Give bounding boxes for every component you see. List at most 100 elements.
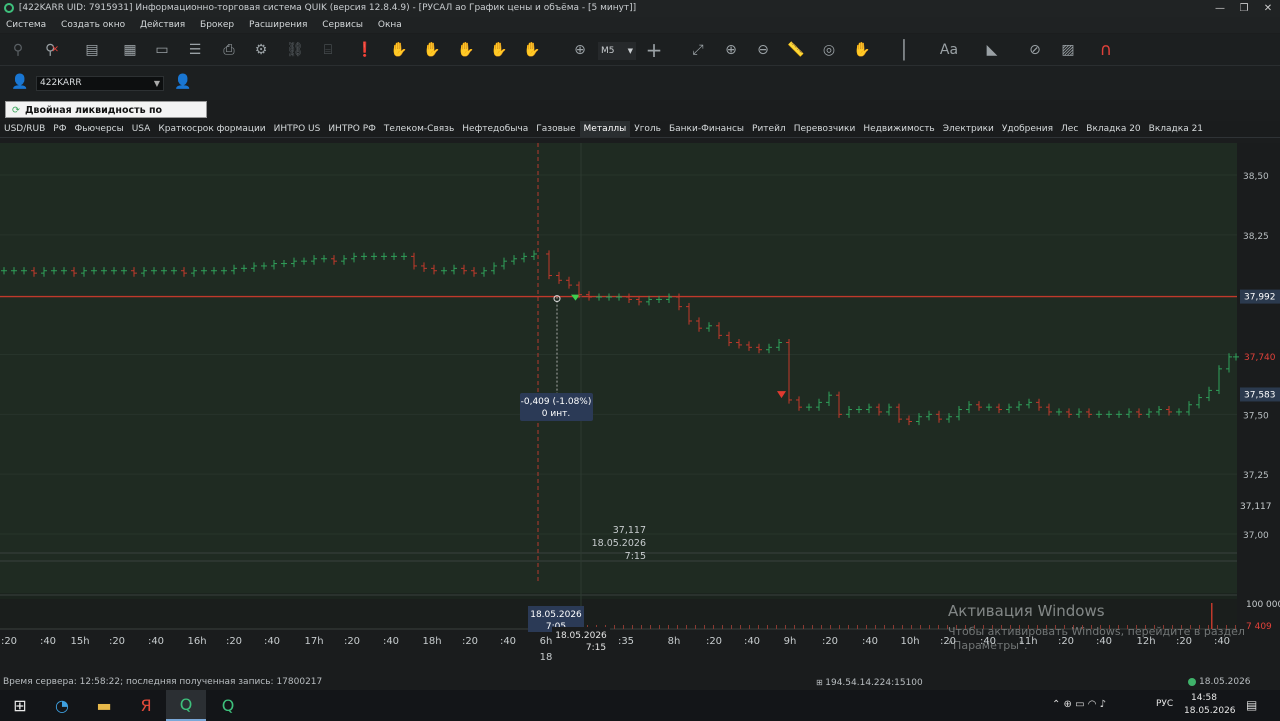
- volume-bar: [758, 625, 759, 629]
- tab-11[interactable]: Металлы: [579, 121, 631, 138]
- target-icon[interactable]: ◎: [817, 38, 841, 62]
- hand-icon-2[interactable]: ✋: [420, 38, 444, 62]
- tab-3[interactable]: Фьючерсы: [70, 121, 127, 138]
- menu-windows[interactable]: Окна: [372, 17, 408, 33]
- orders-table-icon[interactable]: ☰: [183, 38, 207, 62]
- yandex-icon[interactable]: Я: [126, 690, 166, 721]
- tab-14[interactable]: Ритейл: [748, 121, 790, 138]
- time-day-label: 18: [540, 652, 553, 663]
- price-chart[interactable]: 38,5038,2537,7537,5037,2537,0037,99237,7…: [0, 143, 1280, 675]
- fill-icon[interactable]: ◣: [980, 38, 1004, 62]
- tab-18[interactable]: Удобрения: [998, 121, 1057, 138]
- tab-13[interactable]: Банки-Финансы: [665, 121, 748, 138]
- pan-hand-icon[interactable]: ✋: [850, 38, 874, 62]
- tab-19[interactable]: Лес: [1057, 121, 1082, 138]
- volume-bar: [776, 625, 777, 629]
- tab-17[interactable]: Электрики: [939, 121, 998, 138]
- alert-icon[interactable]: ❗: [353, 38, 377, 62]
- language-indicator[interactable]: РУС: [1156, 699, 1173, 709]
- menu-system[interactable]: Система: [0, 17, 52, 33]
- table-icon[interactable]: ▭: [150, 38, 174, 62]
- interval-value: M5: [601, 46, 615, 56]
- connect-icon[interactable]: ⚲: [6, 38, 30, 62]
- price-axis: [1237, 143, 1280, 675]
- print-icon[interactable]: ⎙: [217, 38, 241, 62]
- instrument-tabs: USD/RUB РФ Фьючерсы USA Краткосрок формации И…: [0, 121, 1280, 138]
- measure-change: -0,409 (-1.08%): [521, 397, 592, 407]
- tab-12[interactable]: Уголь: [630, 121, 665, 138]
- chart-canvas[interactable]: 38,5038,2537,7537,5037,2537,0037,99237,7…: [0, 143, 1280, 675]
- axis-marker-time: 7:15: [586, 643, 606, 653]
- tab-2[interactable]: РФ: [49, 121, 70, 138]
- account-select[interactable]: 422KARR ▼: [36, 76, 164, 91]
- volume-bar: [902, 625, 903, 629]
- settings-table-icon[interactable]: ⚙: [249, 38, 273, 62]
- tab-7[interactable]: ИНТРО РФ: [324, 121, 380, 138]
- hand-stop-icon[interactable]: ✋: [387, 38, 411, 62]
- news-banner[interactable]: ⟳Двойная ликвидность по БПИФ...: [5, 101, 207, 133]
- quik-taskbar-icon-2[interactable]: Q: [208, 690, 248, 721]
- tab-1[interactable]: USD/RUB: [0, 121, 49, 138]
- taskbar-clock[interactable]: 14:58 18.05.2026: [1184, 692, 1236, 718]
- line-tool-icon[interactable]: │: [892, 38, 916, 62]
- tab-5[interactable]: Краткосрок формации: [154, 121, 269, 138]
- start-icon[interactable]: ⊞: [0, 690, 40, 721]
- time-tick-label: 6h: [540, 636, 553, 647]
- close-button[interactable]: ✕: [1256, 0, 1280, 17]
- hide-icon[interactable]: ⊘: [1023, 38, 1047, 62]
- tab-20[interactable]: Вкладка 20: [1082, 121, 1144, 138]
- hand-icon-3[interactable]: ✋: [454, 38, 478, 62]
- tab-15[interactable]: Перевозчики: [790, 121, 860, 138]
- hand-icon-5[interactable]: ✋: [520, 38, 544, 62]
- user-settings-icon[interactable]: 👤: [171, 70, 195, 94]
- filter-icon[interactable]: ⌸: [316, 38, 340, 62]
- price-label-last: 37,740: [1244, 353, 1276, 363]
- tab-10[interactable]: Газовые: [532, 121, 579, 138]
- magnet-icon[interactable]: ∩: [1094, 38, 1118, 62]
- hand-icon-4[interactable]: ✋: [487, 38, 511, 62]
- tab-16[interactable]: Недвижимость: [859, 121, 938, 138]
- window-controls: — ❐ ✕: [1208, 0, 1280, 17]
- main-toolbar: ⚲ ⚲ ✕ ▤ ▦ ▭ ☰ ⎙ ⚙ ⛓ ⌸ ❗ ✋ ✋ ✋ ✋ ✋ ⊕ M5 ▼ +…: [0, 34, 1280, 66]
- volume-scale-label: 100 000: [1246, 600, 1280, 610]
- restore-button[interactable]: ❐: [1232, 0, 1256, 17]
- menu-actions[interactable]: Действия: [134, 17, 191, 33]
- volume-bar: [785, 625, 786, 629]
- zoom-out-icon[interactable]: ⊖: [751, 38, 775, 62]
- minimize-button[interactable]: —: [1208, 0, 1232, 17]
- add-instrument-icon[interactable]: ⊕: [568, 38, 592, 62]
- notifications-icon[interactable]: ▤: [1246, 698, 1257, 712]
- tab-21[interactable]: Вкладка 21: [1145, 121, 1207, 138]
- price-label-cursor: 37,583: [1244, 390, 1276, 400]
- interval-select[interactable]: M5 ▼: [598, 42, 636, 60]
- ruler-icon[interactable]: 📏: [784, 38, 808, 62]
- tray-icons[interactable]: ⌃ ⊕ ▭ ◠ ♪: [1052, 699, 1106, 710]
- menu-new-window[interactable]: Создать окно: [55, 17, 131, 33]
- volume-bar: [677, 625, 678, 629]
- menu-broker[interactable]: Брокер: [194, 17, 240, 33]
- new-order-icon[interactable]: ▤: [80, 38, 104, 62]
- tab-4[interactable]: USA: [128, 121, 155, 138]
- tab-9[interactable]: Нефтедобыча: [458, 121, 532, 138]
- calculator-icon[interactable]: ▦: [118, 38, 142, 62]
- crosshair-icon[interactable]: +: [642, 38, 666, 62]
- quik-taskbar-icon[interactable]: Q: [166, 690, 206, 721]
- fit-screen-icon[interactable]: ⤢: [686, 38, 710, 62]
- volume-bar: [866, 625, 867, 629]
- edge-icon[interactable]: ◔: [42, 690, 82, 721]
- text-tool-icon[interactable]: Аа: [934, 38, 964, 62]
- zoom-in-icon[interactable]: ⊕: [719, 38, 743, 62]
- menu-extensions[interactable]: Расширения: [243, 17, 313, 33]
- user-icon[interactable]: 👤: [8, 70, 32, 94]
- clock-date: 18.05.2026: [1184, 706, 1236, 716]
- time-tick-label: :40: [264, 636, 280, 647]
- disconnect-icon[interactable]: ⚲ ✕: [40, 38, 64, 62]
- eraser-icon[interactable]: ▨: [1056, 38, 1080, 62]
- volume-bar: [740, 625, 741, 629]
- link-icon[interactable]: ⛓: [283, 38, 307, 62]
- tab-6[interactable]: ИНТРО US: [270, 121, 325, 138]
- menu-services[interactable]: Сервисы: [316, 17, 369, 33]
- tab-8[interactable]: Телеком-Связь: [380, 121, 458, 138]
- time-tick-label: 9h: [784, 636, 797, 647]
- explorer-icon[interactable]: ▬: [84, 690, 124, 721]
